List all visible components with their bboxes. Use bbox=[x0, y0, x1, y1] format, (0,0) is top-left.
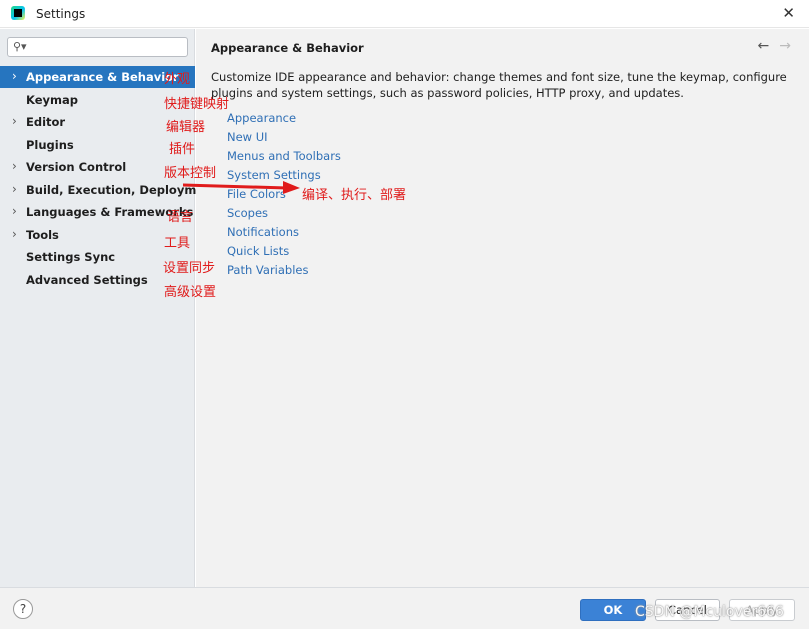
window-title: Settings bbox=[36, 7, 86, 21]
annotation-arrow bbox=[183, 181, 300, 194]
apply-button[interactable]: Apply bbox=[729, 599, 795, 621]
link-menus-toolbars[interactable]: Menus and Toolbars bbox=[227, 149, 341, 163]
sidebar-item-label: Editor bbox=[26, 115, 66, 129]
link-scopes[interactable]: Scopes bbox=[227, 206, 268, 220]
sidebar-item-build-execution-deployment[interactable]: › Build, Execution, Deployment bbox=[0, 179, 218, 201]
help-button[interactable]: ? bbox=[13, 599, 33, 619]
chevron-right-icon[interactable]: › bbox=[12, 69, 17, 83]
annotation-advanced: 高级设置 bbox=[164, 285, 217, 300]
sidebar-item-label: Settings Sync bbox=[26, 250, 116, 264]
annotation-editor: 编辑器 bbox=[166, 120, 206, 135]
search-input[interactable] bbox=[30, 39, 180, 55]
chevron-right-icon[interactable]: › bbox=[12, 204, 17, 218]
annotation-build: 编译、执行、部署 bbox=[302, 188, 407, 203]
sidebar-item-label: Tools bbox=[26, 228, 59, 242]
link-appearance[interactable]: Appearance bbox=[227, 111, 296, 125]
sidebar-item-label: Plugins bbox=[26, 138, 74, 152]
sidebar-item-label: Version Control bbox=[26, 160, 127, 174]
main-panel: Appearance & Behavior ← → Customize IDE a… bbox=[196, 29, 809, 587]
link-new-ui[interactable]: New UI bbox=[227, 130, 268, 144]
sidebar: ⚲▾ › Appearance & Behavior Keymap › Edit… bbox=[0, 29, 218, 587]
chevron-right-icon[interactable]: › bbox=[12, 114, 17, 128]
page-title: Appearance & Behavior bbox=[211, 41, 364, 55]
annotation-languages: 语言 bbox=[167, 210, 194, 225]
link-path-variables[interactable]: Path Variables bbox=[227, 263, 308, 277]
search-icon: ⚲▾ bbox=[13, 40, 27, 53]
chevron-right-icon[interactable]: › bbox=[12, 182, 17, 196]
link-quick-lists[interactable]: Quick Lists bbox=[227, 244, 289, 258]
footer: ? OK Cancel Apply CSDN @Mculover666 bbox=[0, 587, 809, 629]
back-arrow-icon[interactable]: ← bbox=[758, 38, 770, 54]
close-icon[interactable]: ✕ bbox=[782, 4, 795, 22]
sidebar-item-plugins[interactable]: Plugins bbox=[0, 134, 195, 156]
app-icon bbox=[11, 6, 25, 20]
sidebar-item-label: Keymap bbox=[26, 93, 78, 107]
page-description: Customize IDE appearance and behavior: c… bbox=[211, 70, 787, 100]
sidebar-item-label: Appearance & Behavior bbox=[26, 70, 179, 84]
history-nav: ← → bbox=[748, 38, 791, 54]
cancel-button[interactable]: Cancel bbox=[655, 599, 720, 621]
annotation-settings-sync: 设置同步 bbox=[163, 261, 216, 276]
ok-button[interactable]: OK bbox=[580, 599, 646, 621]
chevron-right-icon[interactable]: › bbox=[12, 227, 17, 241]
link-notifications[interactable]: Notifications bbox=[227, 225, 299, 239]
title-bar: Settings ✕ bbox=[0, 0, 809, 28]
annotation-keymap: 快捷键映射 bbox=[164, 97, 230, 112]
search-box[interactable]: ⚲▾ bbox=[7, 37, 188, 57]
annotation-tools: 工具 bbox=[164, 236, 191, 251]
chevron-right-icon[interactable]: › bbox=[12, 159, 17, 173]
forward-arrow-icon[interactable]: → bbox=[779, 38, 791, 54]
annotation-appearance: 外观 bbox=[164, 72, 191, 87]
sidebar-item-languages-frameworks[interactable]: › Languages & Frameworks bbox=[0, 201, 195, 223]
sidebar-item-label: Advanced Settings bbox=[26, 273, 148, 287]
annotation-plugins: 插件 bbox=[169, 142, 196, 157]
